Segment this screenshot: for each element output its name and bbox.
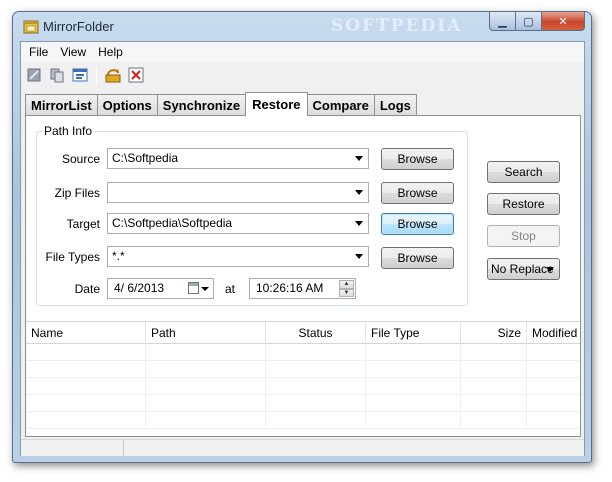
source-browse-button[interactable]: Browse <box>381 148 454 170</box>
chevron-down-icon <box>355 254 363 259</box>
target-combo[interactable]: C:\Softpedia\Softpedia <box>107 213 369 234</box>
menu-view[interactable]: View <box>54 45 92 59</box>
column-size[interactable]: Size <box>461 322 527 344</box>
path-info-group: Path Info Source C:\Softpedia Browse Zip… <box>36 124 468 306</box>
close-icon: ✕ <box>558 14 568 28</box>
date-value: 4/ 6/2013 <box>114 281 165 295</box>
restore-file-list[interactable]: Name Path Status File Type Size Modified <box>26 321 580 436</box>
status-pane-left <box>21 439 124 456</box>
spin-down-icon[interactable]: ▼ <box>339 288 354 297</box>
list-body <box>26 344 580 429</box>
close-button[interactable]: ✕ <box>542 12 585 31</box>
app-icon <box>23 20 39 34</box>
search-button[interactable]: Search <box>487 161 560 183</box>
tab-compare[interactable]: Compare <box>306 94 375 115</box>
maximize-button[interactable]: ▢ <box>516 12 542 31</box>
window-title: MirrorFolder <box>43 19 114 34</box>
menu-bar: File View Help <box>21 42 584 62</box>
date-label: Date <box>74 282 100 296</box>
zip-files-combo[interactable] <box>107 182 369 203</box>
time-picker[interactable]: 10:26:16 AM ▲ ▼ <box>249 278 356 299</box>
column-modified[interactable]: Modified <box>527 322 580 344</box>
column-status[interactable]: Status <box>266 322 366 344</box>
time-spinner[interactable]: ▲ ▼ <box>339 280 354 297</box>
toolbar <box>21 62 584 88</box>
empty-row <box>26 378 580 395</box>
date-picker[interactable]: 4/ 6/2013 <box>107 278 214 299</box>
chevron-down-icon <box>355 156 363 161</box>
tab-logs[interactable]: Logs <box>373 94 417 115</box>
source-value: C:\Softpedia <box>112 151 179 165</box>
minimize-icon: ▁ <box>498 14 507 28</box>
file-types-value: *.* <box>112 249 125 263</box>
zip-files-browse-button[interactable]: Browse <box>381 182 454 204</box>
empty-row <box>26 361 580 378</box>
maximize-icon: ▢ <box>523 14 534 28</box>
empty-row <box>26 412 580 429</box>
time-value: 10:26:16 AM <box>256 281 324 295</box>
target-value: C:\Softpedia\Softpedia <box>112 216 233 230</box>
file-types-combo[interactable]: *.* <box>107 246 369 267</box>
title-bar[interactable]: MirrorFolder SOFTPEDIA ▁ ▢ ✕ <box>13 12 591 42</box>
target-label: Target <box>66 217 100 231</box>
column-file-type[interactable]: File Type <box>366 322 461 344</box>
chevron-down-icon <box>355 190 363 195</box>
new-mirror-icon[interactable] <box>25 66 43 84</box>
calendar-icon <box>188 282 199 294</box>
restore-button[interactable]: Restore <box>487 193 560 215</box>
status-bar <box>21 439 584 456</box>
zip-files-label: Zip Files <box>54 186 100 200</box>
replace-mode-dropdown[interactable]: No Replace <box>487 258 560 280</box>
tab-restore[interactable]: Restore <box>245 92 308 116</box>
chevron-down-icon <box>201 287 209 291</box>
window-controls: ▁ ▢ ✕ <box>489 12 585 32</box>
toolbar-separator <box>96 66 97 84</box>
copy-icon[interactable] <box>48 66 66 84</box>
chevron-down-icon <box>546 267 554 272</box>
tab-mirrorlist[interactable]: MirrorList <box>25 94 98 115</box>
properties-icon[interactable] <box>71 66 89 84</box>
tab-synchronize[interactable]: Synchronize <box>156 94 247 115</box>
delete-icon[interactable] <box>127 66 145 84</box>
empty-row <box>26 344 580 361</box>
at-label: at <box>225 282 236 296</box>
column-path[interactable]: Path <box>146 322 266 344</box>
source-label: Source <box>61 152 100 166</box>
tab-options[interactable]: Options <box>96 94 158 115</box>
spin-up-icon[interactable]: ▲ <box>339 280 354 289</box>
tab-strip: MirrorList Options Synchronize Restore C… <box>25 92 417 116</box>
watermark-text: SOFTPEDIA <box>331 16 463 36</box>
list-header: Name Path Status File Type Size Modified <box>26 322 580 344</box>
client-area: File View Help MirrorList Options Synchr… <box>20 41 585 456</box>
minimize-button[interactable]: ▁ <box>489 12 516 31</box>
chevron-down-icon <box>355 221 363 226</box>
status-pane-main <box>124 439 584 456</box>
menu-help[interactable]: Help <box>92 45 129 59</box>
main-window: MirrorFolder SOFTPEDIA ▁ ▢ ✕ File View H… <box>12 11 592 463</box>
menu-file[interactable]: File <box>23 45 54 59</box>
target-browse-button[interactable]: Browse <box>381 213 454 235</box>
replace-mode-value: No Replace <box>491 262 554 276</box>
source-combo[interactable]: C:\Softpedia <box>107 148 369 169</box>
stop-button[interactable]: Stop <box>487 225 560 247</box>
file-types-browse-button[interactable]: Browse <box>381 247 454 269</box>
restore-panel: Path Info Source C:\Softpedia Browse Zip… <box>25 115 581 437</box>
column-name[interactable]: Name <box>26 322 146 344</box>
file-types-label: File Types <box>45 250 100 264</box>
empty-row <box>26 395 580 412</box>
sync-icon[interactable] <box>104 66 122 84</box>
path-info-title: Path Info <box>42 124 95 138</box>
